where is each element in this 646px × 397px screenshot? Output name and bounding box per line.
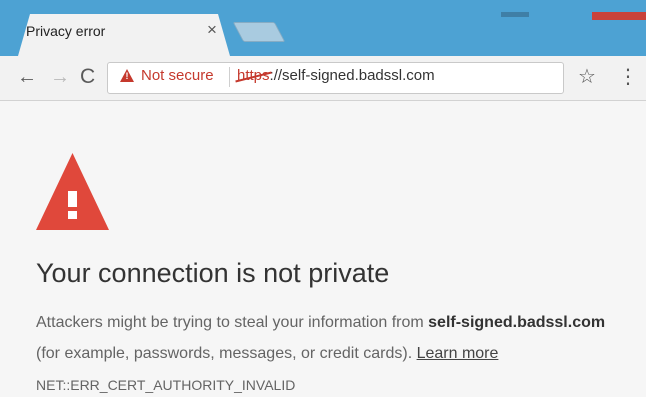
url-scheme: https <box>237 67 270 84</box>
warning-description-line-2: (for example, passwords, messages, or cr… <box>36 345 498 363</box>
tab-title: Privacy error <box>26 23 106 39</box>
warning-triangle-icon <box>36 153 109 230</box>
warning-exclamation: ! <box>125 71 129 81</box>
warning-description-line-1: Attackers might be trying to steal your … <box>36 314 605 332</box>
learn-more-link[interactable]: Learn more <box>417 345 499 362</box>
window-close-button[interactable] <box>592 12 646 20</box>
tab-close-icon[interactable]: × <box>207 20 217 40</box>
url-host: ://self-signed.badssl.com <box>269 67 435 84</box>
window-minimize-button[interactable] <box>501 12 529 17</box>
back-icon[interactable]: ← <box>17 63 37 91</box>
security-status[interactable]: Not secure <box>141 67 214 84</box>
site-domain: self-signed.badssl.com <box>428 314 606 331</box>
menu-icon[interactable]: ⋮ <box>618 64 638 89</box>
description-text: (for example, passwords, messages, or cr… <box>36 345 417 362</box>
reload-icon[interactable]: C <box>80 63 95 91</box>
error-code: NET::ERR_CERT_AUTHORITY_INVALID <box>36 377 296 393</box>
description-text: Attackers might be trying to steal your … <box>36 314 429 331</box>
url-text[interactable]: https://self-signed.badssl.com <box>237 67 435 84</box>
forward-icon[interactable]: → <box>50 63 70 91</box>
url-divider <box>229 67 230 87</box>
page-title: Your connection is not private <box>36 258 390 288</box>
bookmark-star-icon[interactable]: ☆ <box>578 64 596 89</box>
